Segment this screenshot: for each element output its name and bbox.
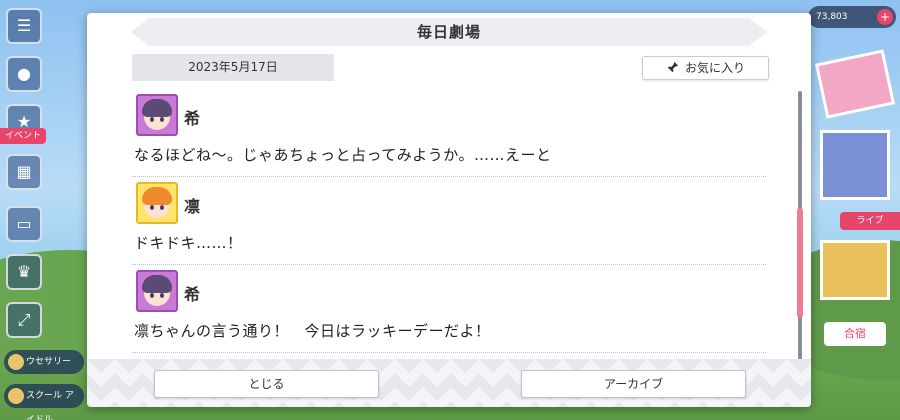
accessory-icon: [8, 354, 24, 370]
dialogue-text: ドキドキ……！: [134, 234, 243, 252]
dialogue-entry: 希 なるほどね〜。じゃあちょっと占ってみようか。……えーと: [132, 89, 766, 177]
expand-icon: ⤢: [17, 310, 31, 329]
notice-button[interactable]: ●: [6, 56, 42, 92]
banner-card[interactable]: [820, 240, 890, 300]
modal-title-bar: 毎日劇場: [131, 18, 767, 46]
date-label: 2023年5月17日: [132, 54, 334, 81]
dialogue-text: なるほどね〜。じゃあちょっと占ってみようか。……えーと: [134, 146, 552, 164]
speaker-name: 凛: [184, 197, 201, 216]
left-menu-rail: ☰ ● ★ イベント ▦ ▭ ♛ ⤢ ウセサリー スクール アイドル: [0, 0, 84, 420]
monitor-icon: ▭: [16, 214, 32, 233]
event-tag: イベント: [0, 128, 46, 144]
avatar: [136, 94, 178, 136]
trophy-button[interactable]: ♛: [6, 254, 42, 290]
trophy-icon: ♛: [16, 262, 32, 281]
gift-button[interactable]: ▦: [6, 154, 42, 190]
avatar: [136, 270, 178, 312]
banner-card[interactable]: [820, 130, 890, 200]
idol-chip[interactable]: スクール アイドル: [4, 384, 84, 420]
scrollbar-thumb[interactable]: [797, 208, 803, 318]
fullscreen-button[interactable]: ⤢: [6, 302, 42, 338]
close-button[interactable]: とじる: [154, 370, 379, 398]
dialogue-list[interactable]: 希 なるほどね〜。じゃあちょっと占ってみようか。……えーと 凛 ドキドキ……！ …: [132, 89, 766, 359]
video-button[interactable]: ▭: [6, 206, 42, 242]
ticket-counter[interactable]: 73,803 +: [808, 6, 896, 28]
favorite-label: お気に入り: [684, 61, 745, 75]
camp-button[interactable]: 合宿: [824, 322, 886, 346]
favorite-button[interactable]: お気に入り: [642, 56, 769, 80]
daily-theater-modal: 毎日劇場 2023年5月17日 お気に入り 希 なるほどね〜。じゃあちょっと占っ…: [87, 13, 811, 407]
accessory-chip[interactable]: ウセサリー: [4, 350, 84, 374]
dialogue-entry: 凛 ドキドキ……！: [132, 177, 766, 265]
idol-icon: [8, 388, 24, 404]
right-panel: 73,803 + ライブ 合宿: [805, 0, 900, 420]
menu-button[interactable]: ☰: [6, 8, 42, 44]
dialogue-text: 凛ちゃんの言う通り！ 今日はラッキーデーだよ！: [134, 322, 491, 340]
archive-button[interactable]: アーカイブ: [521, 370, 746, 398]
pin-icon: [667, 61, 679, 73]
plus-icon[interactable]: +: [877, 9, 893, 25]
gift-icon: ▦: [16, 162, 32, 181]
avatar: [136, 182, 178, 224]
hamburger-icon: ☰: [16, 16, 32, 35]
speech-icon: ●: [17, 64, 31, 83]
banner-card[interactable]: [814, 49, 896, 119]
dialogue-entry: 希 凛ちゃんの言う通り！ 今日はラッキーデーだよ！: [132, 265, 766, 353]
speaker-name: 希: [184, 109, 201, 128]
modal-title: 毎日劇場: [416, 23, 481, 41]
speaker-name: 希: [184, 285, 201, 304]
live-tag: ライブ: [840, 212, 900, 230]
